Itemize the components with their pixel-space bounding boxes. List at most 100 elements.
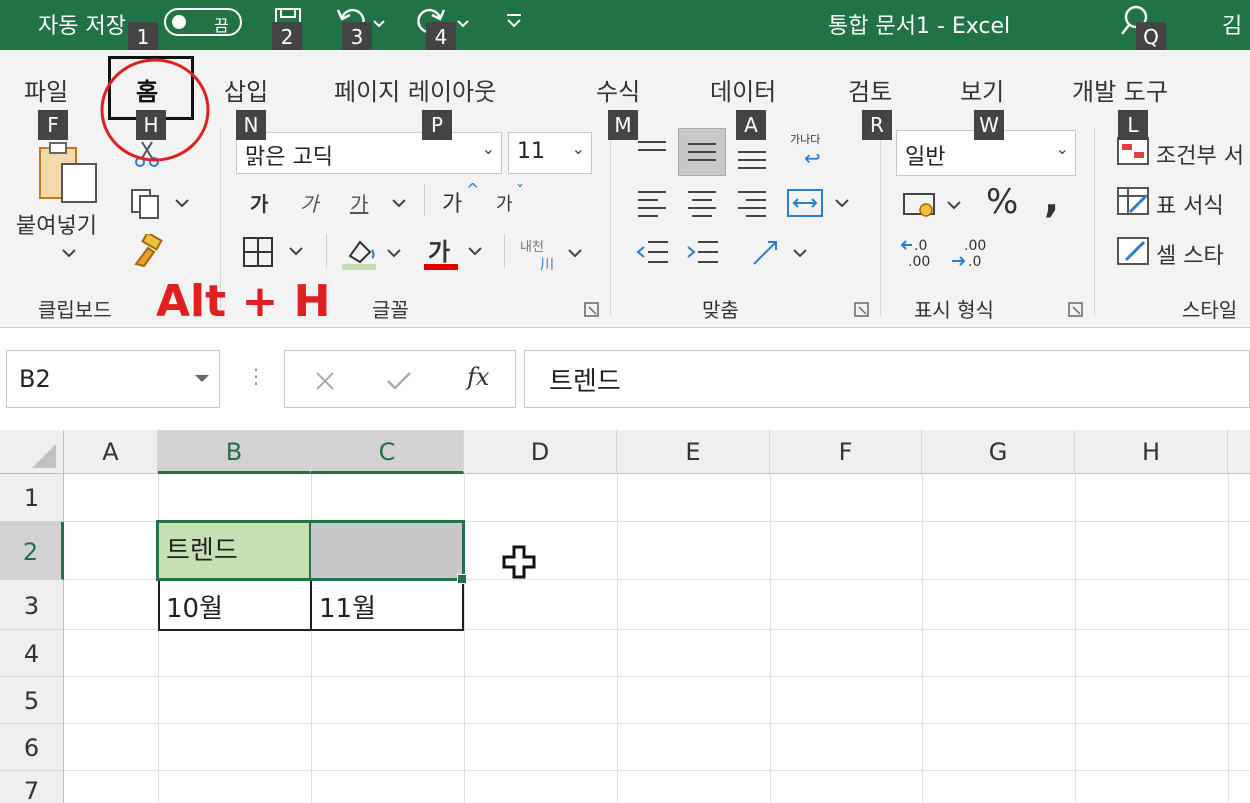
tab-review[interactable]: 검토: [848, 72, 892, 107]
enter-icon[interactable]: [385, 369, 413, 393]
align-bottom-icon[interactable]: [734, 134, 774, 174]
tab-data[interactable]: 데이터: [710, 72, 776, 107]
column-header-partial[interactable]: [1228, 430, 1250, 474]
fill-color-icon[interactable]: [338, 232, 408, 272]
paste-dropdown-icon[interactable]: [60, 246, 78, 260]
tab-insert[interactable]: 삽입: [224, 72, 268, 107]
column-header-a[interactable]: A: [64, 430, 158, 474]
copy-icon[interactable]: [128, 186, 194, 220]
font-dialog-launcher-icon[interactable]: [584, 302, 600, 318]
cancel-icon[interactable]: [313, 369, 337, 393]
cell-c3[interactable]: 11월: [311, 588, 376, 625]
user-initial[interactable]: 김: [1222, 8, 1242, 40]
column-header-f[interactable]: F: [770, 430, 922, 474]
column-header-b[interactable]: B: [158, 430, 311, 474]
row-header-6[interactable]: 6: [0, 724, 64, 771]
name-box-value: B2: [19, 365, 51, 393]
document-title: 통합 문서1 - Excel: [828, 14, 1011, 39]
gridline: [64, 676, 1250, 677]
autosave-toggle[interactable]: 끔: [164, 8, 242, 36]
paste-icon[interactable]: [36, 140, 102, 206]
format-painter-icon[interactable]: [130, 234, 166, 270]
number-format-value: 일반: [905, 145, 946, 170]
column-header-h[interactable]: H: [1075, 430, 1228, 474]
grow-arrow-icon: ^: [466, 180, 480, 199]
customize-toolbar-icon[interactable]: [504, 10, 524, 32]
tab-page-layout[interactable]: 페이지 레이아웃: [334, 72, 496, 107]
font-size-value: 11: [517, 139, 545, 164]
font-size-dropdown[interactable]: 11 ⌄: [508, 132, 592, 174]
percent-button[interactable]: %: [986, 182, 1018, 222]
keytip-search: Q: [1136, 22, 1166, 52]
align-left-icon[interactable]: [634, 186, 674, 220]
align-top-icon[interactable]: [634, 134, 674, 168]
cell-b3[interactable]: 10월: [158, 588, 223, 625]
select-all-corner[interactable]: [0, 430, 64, 474]
number-dialog-launcher-icon[interactable]: [1068, 302, 1084, 318]
increase-decimal-icon[interactable]: .0 .00: [900, 236, 944, 272]
gridline: [64, 770, 1250, 771]
name-box[interactable]: B2: [6, 350, 220, 408]
tab-view[interactable]: 보기: [960, 72, 1004, 107]
accounting-format-icon[interactable]: [900, 188, 968, 222]
row-header-3[interactable]: 3: [0, 580, 64, 630]
font-color-bar: [424, 264, 458, 270]
phonetic-button[interactable]: 내천: [520, 236, 544, 255]
formula-bar-grip-icon[interactable]: ⋮: [246, 364, 266, 388]
font-color-dropdown-icon[interactable]: [466, 244, 486, 258]
paste-label[interactable]: 붙여넣기: [16, 208, 97, 240]
selection-divider: [309, 522, 311, 580]
conditional-format-button[interactable]: 조건부 서: [1156, 138, 1244, 170]
row-header-4[interactable]: 4: [0, 630, 64, 677]
alignment-dialog-launcher-icon[interactable]: [854, 302, 870, 318]
cell-style-button[interactable]: 셀 스타: [1156, 238, 1224, 270]
fill-handle[interactable]: [457, 574, 467, 584]
chevron-down-icon: ⌄: [571, 139, 585, 158]
row-header-2[interactable]: 2: [0, 522, 64, 580]
column-header-g[interactable]: G: [922, 430, 1075, 474]
shrink-font-button[interactable]: 가: [496, 190, 513, 216]
table-format-button[interactable]: 표 서식: [1156, 188, 1224, 220]
bold-button[interactable]: 가: [250, 188, 268, 217]
comma-button[interactable]: ,: [1044, 176, 1059, 222]
underline-button[interactable]: 가: [350, 188, 368, 217]
formula-input[interactable]: 트렌드: [524, 350, 1250, 408]
insert-function-button[interactable]: fx: [467, 363, 489, 391]
name-box-dropdown-icon[interactable]: [193, 373, 211, 385]
ribbon-separator: [880, 128, 881, 316]
svg-text:.00: .00: [964, 238, 986, 254]
toggle-knob: [172, 15, 186, 29]
borders-icon[interactable]: [240, 234, 310, 270]
row-header-5[interactable]: 5: [0, 677, 64, 724]
keytip-insert: N: [236, 110, 266, 140]
align-right-icon[interactable]: [734, 186, 774, 220]
orientation-button[interactable]: 가나다: [790, 134, 822, 146]
decrease-decimal-icon[interactable]: .00 .0: [950, 236, 994, 272]
font-group-label: 글꼴: [372, 298, 409, 322]
tab-developer[interactable]: 개발 도구: [1072, 72, 1168, 107]
increase-indent-icon[interactable]: [684, 236, 724, 270]
column-header-c[interactable]: C: [311, 430, 464, 474]
phonetic-dropdown-icon[interactable]: [566, 246, 586, 260]
font-name-dropdown[interactable]: 맑은 고딕 ⌄: [236, 132, 502, 174]
underline-dropdown-icon[interactable]: [390, 196, 408, 210]
orientation-icon[interactable]: [750, 236, 810, 270]
row-header-7[interactable]: 7: [0, 771, 64, 803]
phonetic-icon: 川: [540, 257, 554, 273]
font-color-button[interactable]: 가: [428, 232, 450, 267]
italic-button[interactable]: 가: [300, 188, 318, 217]
align-middle-icon: [688, 143, 716, 161]
row-header-1[interactable]: 1: [0, 474, 64, 522]
column-header-e[interactable]: E: [617, 430, 770, 474]
merge-center-icon[interactable]: [786, 186, 852, 220]
gridline: [64, 723, 1250, 724]
table-format-icon[interactable]: [1116, 184, 1152, 218]
keytip-data: A: [736, 110, 766, 140]
grow-font-button[interactable]: 가: [442, 186, 462, 218]
column-header-d[interactable]: D: [464, 430, 617, 474]
tab-formulas[interactable]: 수식: [596, 72, 640, 107]
tab-file[interactable]: 파일: [24, 72, 68, 107]
align-center-icon[interactable]: [684, 186, 724, 220]
cell-style-icon[interactable]: [1116, 234, 1152, 268]
decrease-indent-icon[interactable]: [634, 236, 674, 270]
